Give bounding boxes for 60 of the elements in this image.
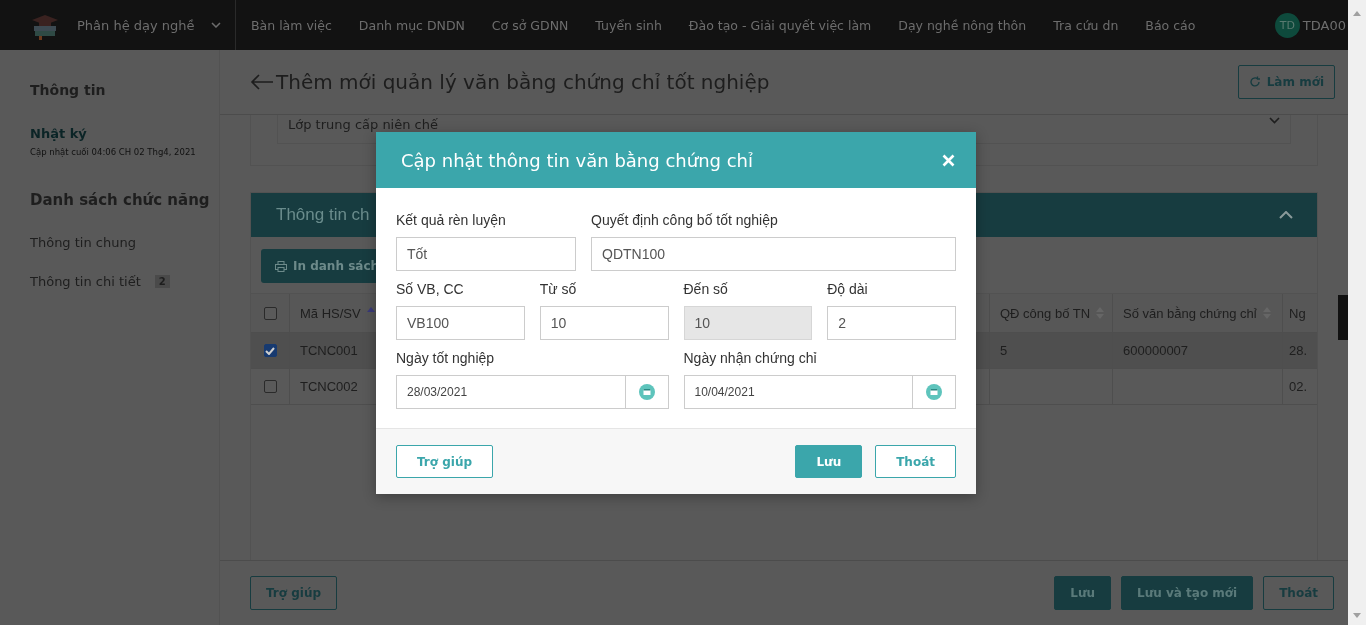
checkbox[interactable] <box>263 380 277 393</box>
field-label: Kết quả rèn luyện <box>396 212 507 228</box>
footer-button[interactable]: Lưu <box>1054 576 1112 610</box>
footer-button[interactable]: Lưu và tạo mới <box>1121 576 1254 610</box>
chevron-up-icon[interactable] <box>1279 211 1293 219</box>
checkbox[interactable] <box>263 344 277 357</box>
dialog-button[interactable]: Thoát <box>875 445 956 478</box>
scroll-down-icon[interactable] <box>1352 613 1362 619</box>
field-label: Số VB, CC <box>396 281 465 297</box>
field-label: Ngày tốt nghiệp <box>396 350 496 366</box>
chevron-down-icon[interactable] <box>1269 117 1280 124</box>
scroll-up-icon[interactable] <box>1352 10 1362 16</box>
menu-item[interactable]: Tuyển sinh <box>595 17 662 33</box>
menu-item[interactable]: Tra cứu dn <box>1053 17 1119 33</box>
menu-item[interactable]: Bàn làm việc <box>251 17 332 33</box>
checkbox[interactable] <box>263 306 277 320</box>
user-avatar[interactable]: TD <box>1274 12 1300 38</box>
date-field[interactable]: 28/03/2021 <box>396 375 625 409</box>
field-label: Đến số <box>683 281 729 297</box>
printer-icon[interactable] <box>275 260 287 272</box>
back-arrow-icon[interactable] <box>250 74 274 90</box>
modal-title: Cập nhật thông tin văn bằng chứng chỉ <box>401 149 753 171</box>
close-icon[interactable] <box>942 153 955 167</box>
refresh-icon[interactable] <box>1248 76 1261 88</box>
dialog-button[interactable]: Lưu <box>795 445 863 478</box>
menu-item[interactable]: Báo cáo <box>1145 17 1196 33</box>
field-label: Độ dài <box>827 281 869 297</box>
sidebar-title: Danh sách chức năng <box>30 191 211 209</box>
calendar-icon[interactable] <box>638 384 655 400</box>
sidebar-item[interactable]: Thông tin chi tiết <box>30 274 141 289</box>
input-field[interactable]: Tốt <box>396 237 576 271</box>
scrollbar[interactable] <box>1348 0 1366 625</box>
calendar-button[interactable] <box>912 375 956 409</box>
user-name[interactable]: TDA00 <box>1302 17 1346 33</box>
field-label: Ngày nhận chứng chỉ <box>683 350 818 366</box>
column-header[interactable]: QĐ công bố TN <box>990 294 1113 332</box>
field-label: Từ số <box>539 281 578 297</box>
date-field[interactable]: 10/04/2021 <box>683 375 912 409</box>
menu-item[interactable]: Dạy nghề nông thôn <box>898 17 1027 33</box>
menu-item[interactable]: Cơ sở GDNN <box>491 17 569 33</box>
module-name[interactable]: Phân hệ dạy nghề <box>77 17 195 33</box>
help-button[interactable]: Trợ giúp <box>396 445 494 478</box>
input-field[interactable]: QDTN100 <box>591 237 956 271</box>
menu-item[interactable]: Danh mục DNDN <box>358 17 465 33</box>
input-field[interactable]: 10 <box>539 306 669 340</box>
table-cell: TCNC002 <box>300 379 358 394</box>
sidebar-item[interactable]: Thông tin chung <box>30 235 136 250</box>
input-field[interactable]: VB100 <box>396 306 525 340</box>
column-header[interactable]: Ng <box>1283 294 1317 332</box>
menu-item[interactable]: Đào tạo - Giải quyết việc làm <box>688 17 872 33</box>
input-field[interactable]: 2 <box>827 306 956 340</box>
chevron-down-icon[interactable] <box>210 22 221 28</box>
table-cell: 02. <box>1289 379 1308 394</box>
last-updated-text: Cập nhật cuối 04:06 CH 02 Thg4, 2021 <box>30 147 197 157</box>
field-label: Quyết định công bố tốt nghiệp <box>591 212 779 228</box>
calendar-icon[interactable] <box>926 384 942 400</box>
page-title: Thêm mới quản lý văn bằng chứng chỉ tốt nghiệp <box>276 70 770 94</box>
sidebar-title: Thông tin <box>30 82 107 98</box>
calendar-button[interactable] <box>624 375 669 409</box>
log-link[interactable]: Nhật ký <box>30 126 219 141</box>
